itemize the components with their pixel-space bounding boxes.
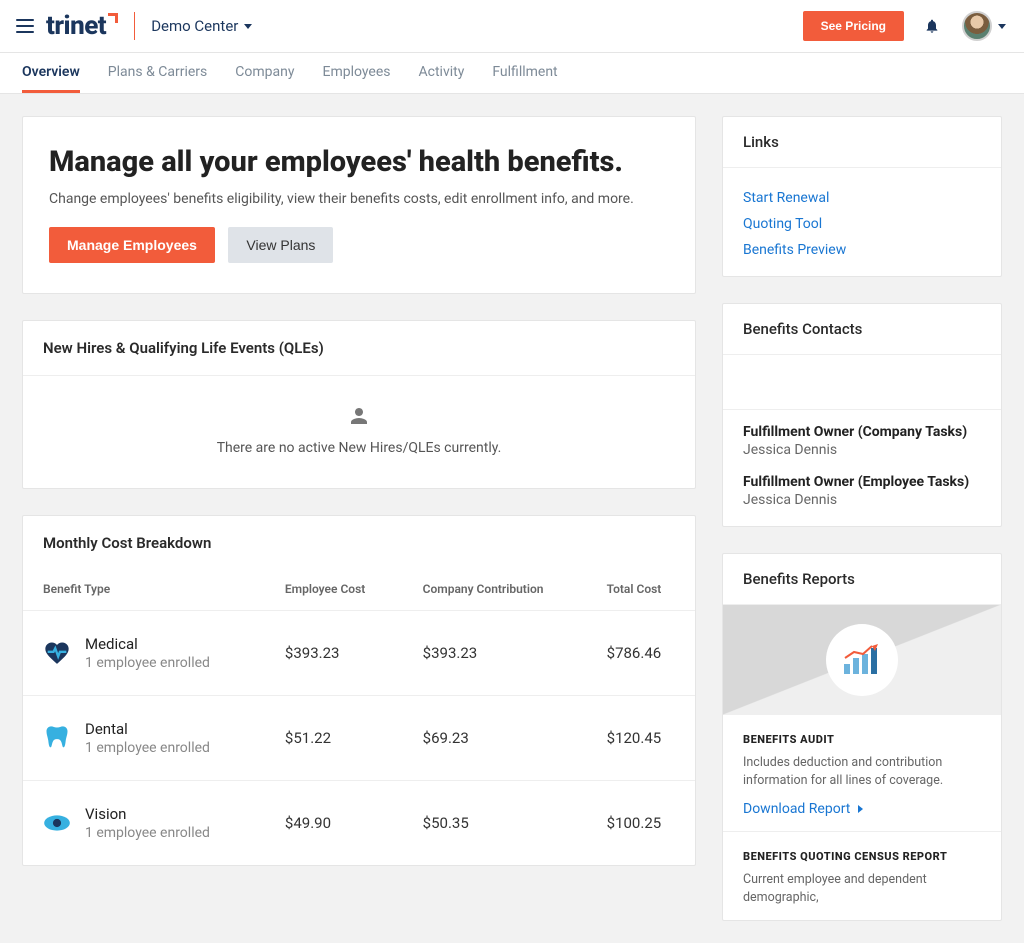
chart-icon <box>842 644 882 676</box>
workspace-dropdown[interactable]: Demo Center <box>151 17 252 35</box>
cell-employee-cost: $49.90 <box>265 781 403 866</box>
benefit-name: Medical <box>85 635 210 653</box>
cost-table: Benefit Type Employee Cost Company Contr… <box>23 572 695 865</box>
col-company: Company Contribution <box>403 572 587 611</box>
benefit-enrolled: 1 employee enrolled <box>85 655 210 671</box>
report-desc: Includes deduction and contribution info… <box>743 754 981 789</box>
tabbar: Overview Plans & Carriers Company Employ… <box>0 53 1024 94</box>
chevron-right-icon <box>858 805 863 813</box>
qle-title: New Hires & Qualifying Life Events (QLEs… <box>23 321 695 376</box>
col-benefit: Benefit Type <box>23 572 265 611</box>
link-quoting-tool[interactable]: Quoting Tool <box>743 216 981 232</box>
contact-name: Jessica Dennis <box>743 442 981 458</box>
benefit-name: Dental <box>85 720 210 738</box>
vision-icon <box>43 809 71 837</box>
report-item: BENEFITS AUDIT Includes deduction and co… <box>723 715 1001 832</box>
table-row: Dental 1 employee enrolled $51.22 $69.23… <box>23 696 695 781</box>
reports-title: Benefits Reports <box>723 554 1001 605</box>
chevron-down-icon <box>998 24 1006 29</box>
tab-plans-carriers[interactable]: Plans & Carriers <box>108 53 207 93</box>
reports-hero <box>723 605 1001 715</box>
contact-name: Jessica Dennis <box>743 492 981 508</box>
table-row: Vision 1 employee enrolled $49.90 $50.35… <box>23 781 695 866</box>
cell-total-cost: $100.25 <box>587 781 695 866</box>
report-item: BENEFITS QUOTING CENSUS REPORT Current e… <box>723 832 1001 920</box>
contact-role: Fulfillment Owner (Company Tasks) <box>743 424 981 440</box>
logo-corner-icon <box>108 13 118 23</box>
download-report-link[interactable]: Download Report <box>743 801 981 817</box>
col-total: Total Cost <box>587 572 695 611</box>
links-card: Links Start Renewal Quoting Tool Benefit… <box>722 116 1002 277</box>
user-menu[interactable] <box>962 11 1006 41</box>
menu-icon[interactable] <box>16 19 34 33</box>
hero-card: Manage all your employees' health benefi… <box>22 116 696 294</box>
brand-text: trinet <box>46 11 106 41</box>
cell-company-cost: $50.35 <box>403 781 587 866</box>
cell-company-cost: $393.23 <box>403 611 587 696</box>
benefit-enrolled: 1 employee enrolled <box>85 825 210 841</box>
medical-icon <box>43 639 71 667</box>
cell-employee-cost: $393.23 <box>265 611 403 696</box>
qle-card: New Hires & Qualifying Life Events (QLEs… <box>22 320 696 489</box>
contacts-title: Benefits Contacts <box>723 304 1001 355</box>
notifications-icon[interactable] <box>924 18 940 34</box>
page-subtitle: Change employees' benefits eligibility, … <box>49 191 669 207</box>
tab-fulfillment[interactable]: Fulfillment <box>492 53 557 93</box>
links-title: Links <box>723 117 1001 168</box>
see-pricing-button[interactable]: See Pricing <box>803 11 904 41</box>
report-link-label: Download Report <box>743 801 850 817</box>
contact-item: Fulfillment Owner (Company Tasks) Jessic… <box>723 410 1001 470</box>
contact-item: Fulfillment Owner (Employee Tasks) Jessi… <box>723 470 1001 526</box>
table-row: Medical 1 employee enrolled $393.23 $393… <box>23 611 695 696</box>
qle-empty-message: There are no active New Hires/QLEs curre… <box>43 440 675 456</box>
benefit-enrolled: 1 employee enrolled <box>85 740 210 756</box>
report-desc: Current employee and dependent demograph… <box>743 871 981 906</box>
person-icon <box>347 404 371 428</box>
contacts-card: Benefits Contacts Fulfillment Owner (Com… <box>722 303 1002 527</box>
cost-breakdown-card: Monthly Cost Breakdown Benefit Type Empl… <box>22 515 696 866</box>
tab-employees[interactable]: Employees <box>323 53 391 93</box>
avatar <box>962 11 992 41</box>
benefit-name: Vision <box>85 805 210 823</box>
divider <box>134 12 135 40</box>
contact-role: Fulfillment Owner (Employee Tasks) <box>743 474 981 490</box>
view-plans-button[interactable]: View Plans <box>228 227 333 263</box>
report-heading: BENEFITS AUDIT <box>743 733 981 746</box>
cell-total-cost: $120.45 <box>587 696 695 781</box>
cell-total-cost: $786.46 <box>587 611 695 696</box>
cell-employee-cost: $51.22 <box>265 696 403 781</box>
workspace-label: Demo Center <box>151 17 238 35</box>
brand-logo[interactable]: trinet <box>46 11 118 41</box>
manage-employees-button[interactable]: Manage Employees <box>49 227 215 263</box>
topbar: trinet Demo Center See Pricing <box>0 0 1024 53</box>
cost-title: Monthly Cost Breakdown <box>23 516 695 572</box>
report-heading: BENEFITS QUOTING CENSUS REPORT <box>743 850 981 863</box>
link-benefits-preview[interactable]: Benefits Preview <box>743 242 981 258</box>
tab-company[interactable]: Company <box>235 53 294 93</box>
tab-activity[interactable]: Activity <box>419 53 465 93</box>
col-employee: Employee Cost <box>265 572 403 611</box>
reports-card: Benefits Reports BENEFITS AUDIT Includes… <box>722 553 1002 921</box>
page-title: Manage all your employees' health benefi… <box>49 145 669 179</box>
link-start-renewal[interactable]: Start Renewal <box>743 190 981 206</box>
chevron-down-icon <box>244 24 252 29</box>
tab-overview[interactable]: Overview <box>22 53 80 93</box>
cell-company-cost: $69.23 <box>403 696 587 781</box>
dental-icon <box>43 724 71 752</box>
